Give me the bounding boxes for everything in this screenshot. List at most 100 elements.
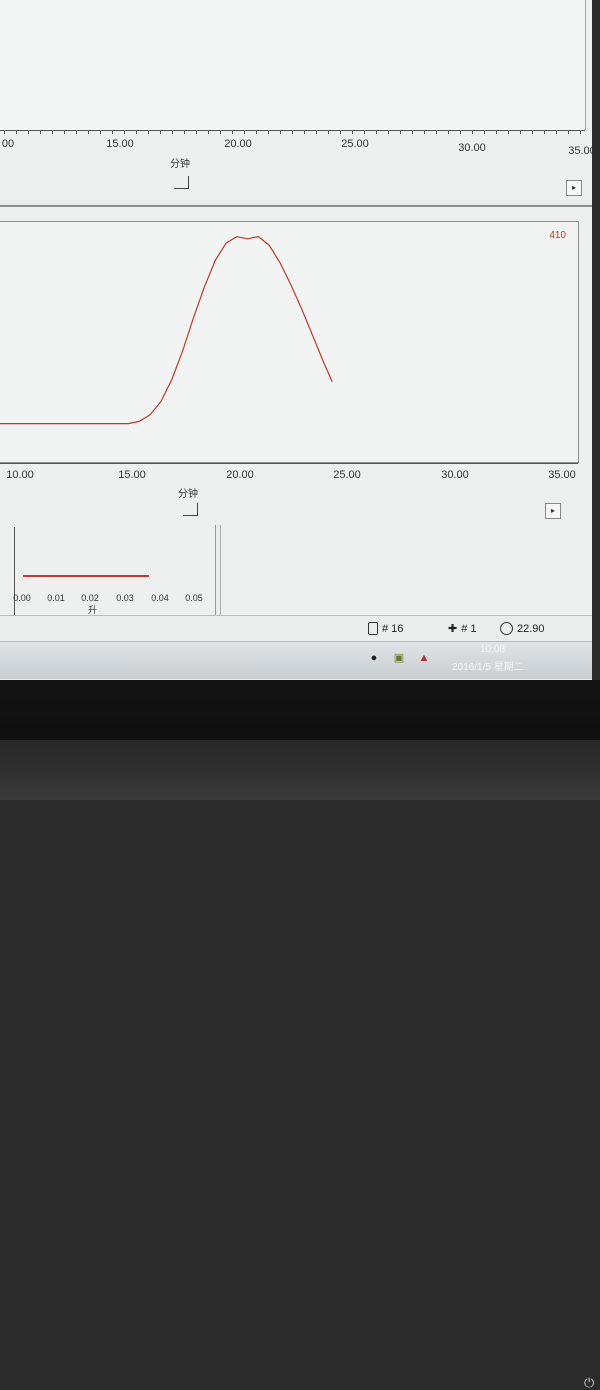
- top-axis-tick: [88, 130, 89, 134]
- injector-icon: ✚: [448, 623, 458, 635]
- top-axis-tick: [556, 130, 557, 134]
- mini-tick-label: 0.00: [13, 593, 31, 603]
- scroll-right-button[interactable]: ▸: [566, 180, 582, 196]
- top-axis-tick: [520, 130, 521, 134]
- top-axis-tick: [52, 130, 53, 134]
- temperature-value: 22.90: [517, 622, 545, 635]
- top-axis-tick: [40, 130, 41, 134]
- top-axis-tick: [160, 130, 161, 134]
- chromatogram-trace-410: [0, 235, 333, 425]
- top-axis-tick: [208, 130, 209, 134]
- top-axis-tick: [400, 130, 401, 134]
- axis-corner-marker: [174, 176, 189, 189]
- top-axis-tick: [292, 130, 293, 134]
- desk-surface: [0, 740, 600, 800]
- top-axis-tick: [220, 130, 221, 134]
- top-tick-label: 00: [1, 138, 15, 150]
- power-icon[interactable]: ⏻: [584, 1376, 596, 1390]
- mini-tick-label: 0.03: [116, 593, 134, 603]
- main-tick-label: 30.00: [441, 469, 469, 481]
- chromatogram-svg: [0, 235, 333, 425]
- volume-level-line: [23, 575, 149, 577]
- axis-corner-marker: [183, 503, 198, 516]
- top-tick-label: 35.00: [568, 145, 592, 157]
- top-axis-tick: [76, 130, 77, 134]
- top-plot-area: [0, 0, 586, 130]
- clock-date[interactable]: 2016/1/5 星期二: [452, 658, 524, 673]
- tray-app-icon[interactable]: ▣: [393, 652, 405, 664]
- injector-status: ✚ # 1: [448, 622, 477, 636]
- top-axis-tick: [316, 130, 317, 134]
- top-axis-tick: [388, 130, 389, 134]
- top-tick-label: 15.00: [106, 138, 134, 150]
- top-axis-tick: [484, 130, 485, 134]
- bottle-number: # 16: [382, 622, 404, 635]
- top-axis-tick: [196, 130, 197, 134]
- taskbar: ● ▣ ▲ 10:08 2016/1/5 星期二: [0, 641, 592, 679]
- mini-plot-area: [14, 527, 211, 616]
- top-chart-panel: 00 15.00 20.00 25.00 30.00 35.00 分钟 ▸: [0, 0, 592, 200]
- top-tick-label: 25.00: [341, 138, 369, 150]
- temperature-status: 22.90: [500, 622, 545, 635]
- main-tick-label: 25.00: [333, 469, 361, 481]
- top-axis-tick: [460, 130, 461, 134]
- top-axis-tick: [16, 130, 17, 134]
- top-axis-tick: [472, 130, 473, 134]
- chromatogram-plot-area: 410: [0, 221, 579, 463]
- top-axis-tick: [244, 130, 245, 134]
- top-axis-tick: [268, 130, 269, 134]
- top-axis-tick: [4, 130, 5, 134]
- top-axis-tick: [352, 130, 353, 134]
- top-axis-tick: [112, 130, 113, 134]
- top-axis-tick: [568, 130, 569, 134]
- top-axis-tick: [436, 130, 437, 134]
- main-x-axis: [0, 463, 578, 464]
- top-axis-tick: [184, 130, 185, 134]
- top-axis-tick: [532, 130, 533, 134]
- bottle-icon: [368, 622, 378, 635]
- top-axis-tick: [100, 130, 101, 134]
- top-tick-label: 30.00: [458, 142, 486, 154]
- injector-number: # 1: [461, 622, 477, 635]
- main-tick-label: 15.00: [118, 469, 146, 481]
- top-axis-tick: [424, 130, 425, 134]
- main-tick-label: 20.00: [226, 469, 254, 481]
- top-axis-tick: [412, 130, 413, 134]
- top-axis-tick: [340, 130, 341, 134]
- main-tick-label: 10.00: [6, 469, 34, 481]
- main-tick-label: 35.00: [548, 469, 576, 481]
- main-axis-unit-label: 分钟: [178, 489, 198, 500]
- top-axis-tick: [448, 130, 449, 134]
- scroll-right-button[interactable]: ▸: [545, 503, 561, 519]
- tray-network-icon[interactable]: ●: [368, 652, 380, 664]
- top-axis-tick: [136, 130, 137, 134]
- bottle-status: # 16: [368, 622, 403, 635]
- mini-tick-label: 0.01: [47, 593, 65, 603]
- top-axis-tick: [28, 130, 29, 134]
- top-tick-label: 20.00: [224, 138, 252, 150]
- top-axis-tick: [64, 130, 65, 134]
- mini-tick-label: 0.05: [185, 593, 203, 603]
- top-axis-tick: [364, 130, 365, 134]
- clock-time[interactable]: 10:08: [480, 644, 505, 655]
- top-axis-tick: [304, 130, 305, 134]
- status-bar: # 16 ✚ # 1 22.90: [0, 615, 592, 642]
- top-axis-tick: [328, 130, 329, 134]
- top-axis-tick: [124, 130, 125, 134]
- top-axis-tick: [148, 130, 149, 134]
- top-axis-tick: [256, 130, 257, 134]
- empty-panel: [220, 525, 592, 615]
- top-axis-tick: [376, 130, 377, 134]
- top-axis-tick: [232, 130, 233, 134]
- top-axis-tick: [496, 130, 497, 134]
- main-chromatogram-panel: 410 10.00 15.00 20.00 25.00 30.00 35.00 …: [0, 205, 592, 525]
- mini-tick-label: 0.04: [151, 593, 169, 603]
- clock-icon: [500, 622, 513, 635]
- top-axis-tick: [580, 130, 581, 134]
- tray-volume-icon[interactable]: ▲: [418, 652, 430, 664]
- top-axis-tick: [544, 130, 545, 134]
- volume-mini-chart: 0.00 0.01 0.02 0.03 0.04 0.05 升: [0, 525, 216, 616]
- top-axis-tick: [508, 130, 509, 134]
- top-axis-unit-label: 分钟: [170, 159, 190, 170]
- top-axis-tick: [280, 130, 281, 134]
